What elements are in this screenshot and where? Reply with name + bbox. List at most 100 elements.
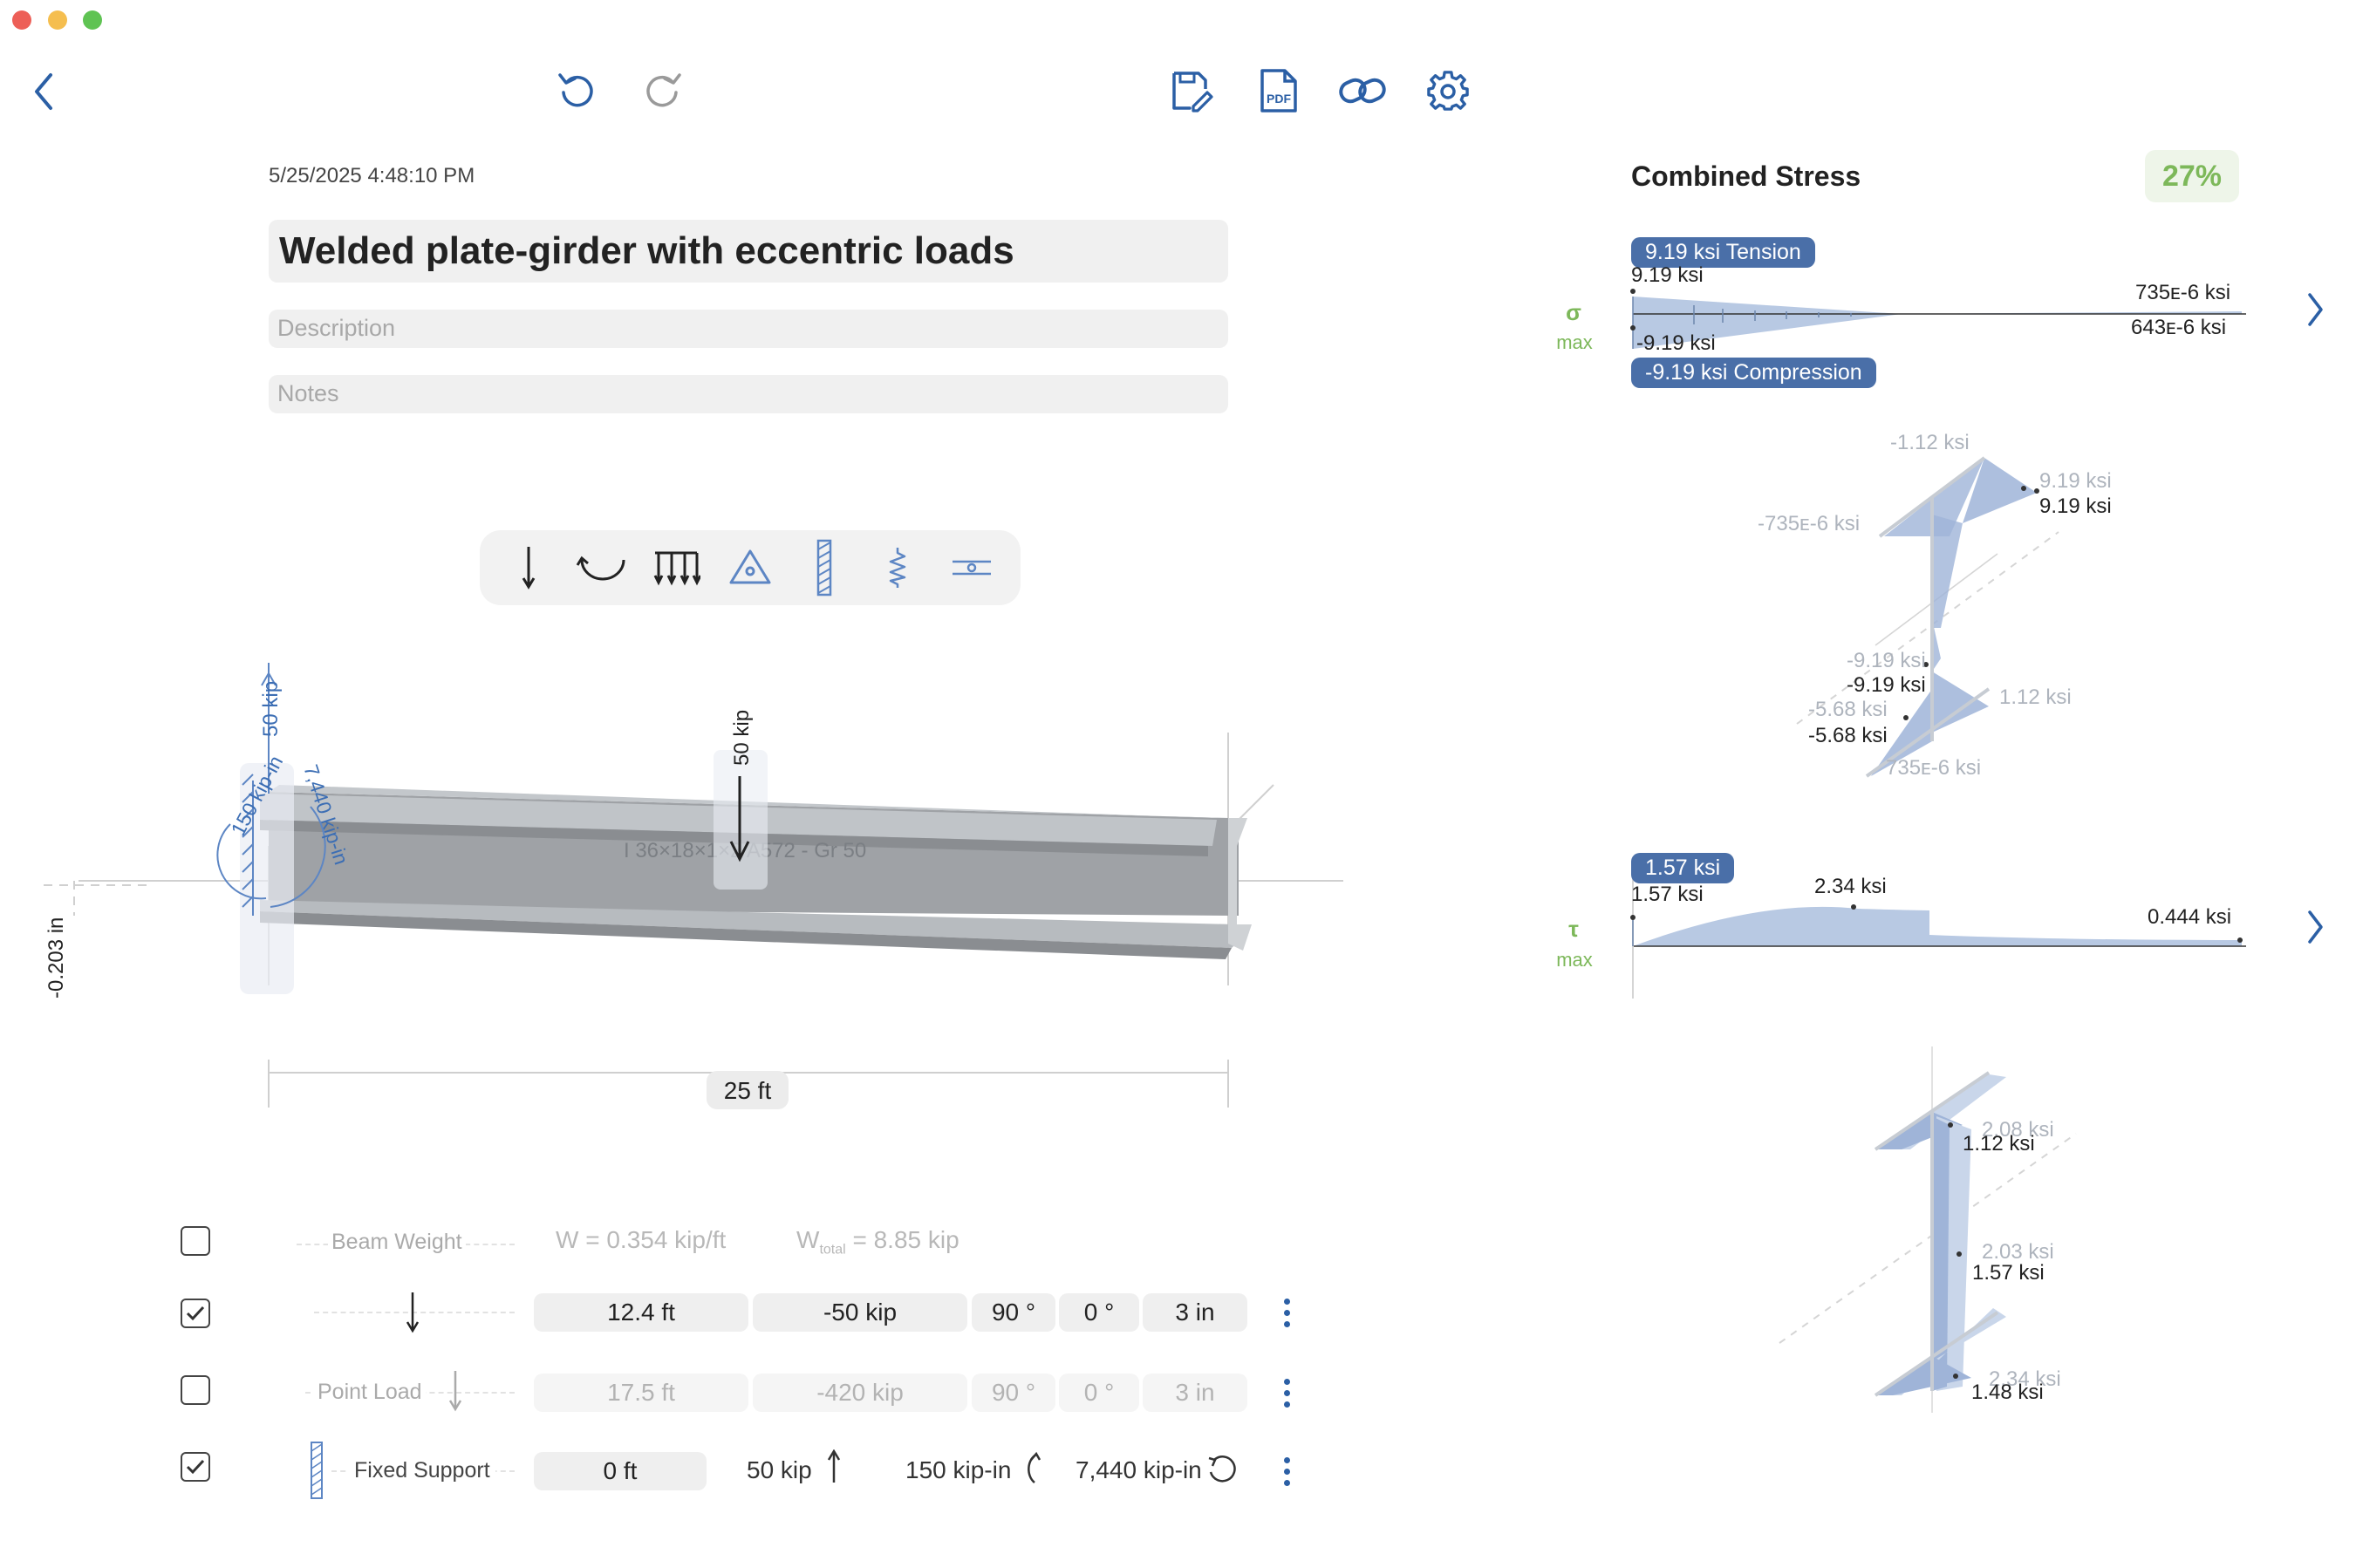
tau-left-value: 1.57 ksi	[1631, 883, 1704, 906]
fixed-support-label: Fixed Support	[349, 1458, 495, 1483]
tau-symbol: τ	[1568, 916, 1579, 942]
point-load-position[interactable]: 12.4 ft	[534, 1293, 748, 1332]
add-hinge-button[interactable]	[940, 536, 1003, 599]
add-moment-button[interactable]	[571, 536, 634, 599]
sigma-right-bottom-value: 643ᴇ-6 ksi	[2131, 316, 2227, 339]
title-field[interactable]: Welded plate-girder with eccentric loads	[269, 220, 1228, 283]
link-icon	[1339, 78, 1386, 104]
row-fixed-support-icon	[310, 1441, 324, 1504]
undo-icon	[558, 73, 593, 107]
applied-load-label: 50 kip	[730, 710, 754, 766]
redo-button[interactable]	[639, 66, 686, 113]
tau-section-label-f: 1.48 ksi	[1971, 1381, 2044, 1404]
utilization-badge: 27%	[2145, 150, 2239, 202]
document-title: Welded plate-girder with eccentric loads	[279, 229, 1014, 272]
redo-icon	[646, 73, 681, 107]
point-load-2-magnitude[interactable]: -420 kip	[753, 1374, 967, 1412]
pin-support-icon	[729, 549, 771, 584]
chevron-right-icon	[2308, 910, 2323, 944]
distributed-load-icon	[653, 551, 701, 586]
close-window-button[interactable]	[12, 10, 31, 30]
sigma-section-label-j: 735ᴇ-6 ksi	[1886, 756, 1982, 780]
point-load-icon	[406, 1292, 420, 1333]
sigma-section-label-c: 9.19 ksi	[2039, 494, 2112, 518]
minimize-window-button[interactable]	[48, 10, 67, 30]
point-load-2-angle-1[interactable]: 90 °	[972, 1374, 1055, 1412]
add-spring-button[interactable]	[866, 536, 929, 599]
sigma-section-label-b: 9.19 ksi	[2039, 469, 2112, 493]
tau-badge: 1.57 ksi	[1631, 853, 1735, 883]
zoom-window-button[interactable]	[83, 10, 102, 30]
fixed-support-position[interactable]: 0 ft	[534, 1452, 707, 1490]
hinge-icon	[952, 560, 991, 576]
panel-title: Combined Stress	[1631, 160, 1861, 192]
sigma-section-label-a: -1.12 ksi	[1890, 431, 1970, 454]
add-pin-support-button[interactable]	[719, 536, 782, 599]
sigma-section-label-d: -735ᴇ-6 ksi	[1758, 512, 1861, 535]
moment-ccw-icon	[1208, 1456, 1236, 1483]
chevron-left-icon	[35, 73, 52, 110]
save-edit-icon	[1172, 72, 1213, 112]
beam-weight-label: Beam Weight	[328, 1230, 466, 1255]
sigma-left-top-value: 9.19 ksi	[1631, 263, 1704, 287]
sigma-expand-button[interactable]	[2298, 288, 2332, 331]
sigma-left-bottom-value: -9.19 ksi	[1636, 331, 1716, 355]
load-tool-palette	[480, 530, 1021, 605]
save-button[interactable]	[1167, 66, 1216, 115]
svg-text:PDF: PDF	[1267, 92, 1291, 106]
point-load-offset[interactable]: 3 in	[1143, 1293, 1247, 1332]
point-load-label: Point Load	[314, 1380, 426, 1405]
sigma-compression-badge: -9.19 ksi Compression	[1631, 358, 1876, 388]
export-pdf-button[interactable]: PDF	[1254, 66, 1303, 115]
add-fixed-support-button[interactable]	[793, 536, 856, 599]
point-load-angle-2[interactable]: 0 °	[1059, 1293, 1139, 1332]
point-load-magnitude[interactable]: -50 kip	[753, 1293, 967, 1332]
undo-button[interactable]	[553, 66, 600, 113]
add-point-load-button[interactable]	[497, 536, 560, 599]
sigma-section-label-i: 1.12 ksi	[1999, 685, 2072, 709]
description-placeholder: Description	[277, 315, 396, 341]
back-button[interactable]	[26, 70, 61, 113]
sigma-section-label-h: -5.68 ksi	[1808, 724, 1888, 747]
beam-weight-total: Wtotal = 8.85 kip	[796, 1226, 959, 1258]
tau-section-label-d: 1.57 ksi	[1972, 1261, 2045, 1285]
point-load-angle-1[interactable]: 90 °	[972, 1293, 1055, 1332]
deflection-label: -0.203 in	[44, 917, 68, 999]
row-point-load-2-checkbox[interactable]	[181, 1375, 210, 1405]
settings-button[interactable]	[1424, 66, 1472, 115]
row-beam-weight-checkbox[interactable]	[181, 1226, 210, 1256]
tau-expand-button[interactable]	[2298, 905, 2332, 949]
row-point-load-icon	[404, 1291, 421, 1339]
tau-right-value: 0.444 ksi	[2148, 905, 2232, 929]
row-point-load-checkbox[interactable]	[181, 1299, 210, 1328]
pdf-icon: PDF	[1260, 69, 1297, 112]
sigma-section-label-g: -5.68 ksi	[1808, 698, 1888, 721]
row-point-load-more-button[interactable]	[1278, 1293, 1295, 1332]
fixed-support-icon	[816, 539, 831, 597]
row-fixed-support-more-button[interactable]	[1278, 1452, 1295, 1490]
point-load-icon	[522, 547, 536, 590]
checkmark-icon	[186, 1459, 205, 1475]
sigma-symbol: σ	[1566, 299, 1581, 325]
support-reaction-force: 50 kip	[259, 681, 283, 737]
moment-icon	[576, 556, 625, 581]
spring-icon	[890, 548, 906, 588]
point-load-icon	[448, 1371, 462, 1412]
point-load-2-angle-2[interactable]: 0 °	[1059, 1374, 1139, 1412]
fixed-support-moment-2: 7,440 kip-in	[1076, 1456, 1202, 1483]
tau-max-label: max	[1556, 949, 1593, 971]
share-link-button[interactable]	[1336, 68, 1389, 113]
notes-placeholder: Notes	[277, 380, 339, 406]
moment-small-icon	[1028, 1451, 1041, 1483]
notes-field[interactable]: Notes	[269, 375, 1228, 413]
fixed-support-moment-1: 150 kip-in	[905, 1456, 1012, 1483]
sigma-section-label-f: -9.19 ksi	[1847, 673, 1926, 697]
point-load-2-offset[interactable]: 3 in	[1143, 1374, 1247, 1412]
beam-viewport[interactable]: I 36×18×1×2 A572 - Gr 50 50 kip 150 kip-…	[35, 663, 1369, 1134]
row-fixed-support-checkbox[interactable]	[181, 1452, 210, 1482]
add-distributed-load-button[interactable]	[645, 536, 707, 599]
tau-section-label-b: 1.12 ksi	[1963, 1132, 2035, 1156]
description-field[interactable]: Description	[269, 310, 1228, 348]
row-point-load-2-more-button[interactable]	[1278, 1374, 1295, 1412]
point-load-2-position[interactable]: 17.5 ft	[534, 1374, 748, 1412]
